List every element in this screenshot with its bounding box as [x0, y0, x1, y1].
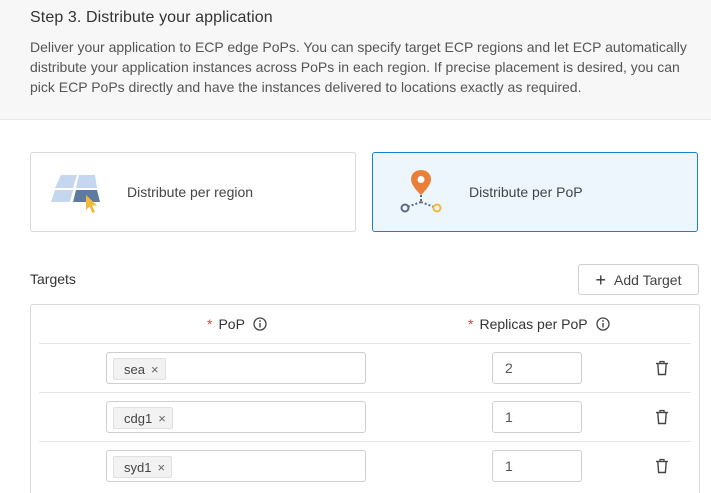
pop-select[interactable]: sea × [106, 352, 366, 384]
table-row: syd1 × [39, 441, 691, 490]
replicas-column-header: * Replicas per PoP [468, 316, 610, 332]
pop-tag-label: sea [124, 361, 145, 377]
step-header: Step 3. Distribute your application Deli… [0, 0, 711, 120]
distribute-per-pop-card[interactable]: Distribute per PoP [372, 152, 698, 232]
table-row: cdg1 × [39, 392, 691, 441]
targets-label: Targets [30, 271, 76, 287]
table-row: sea × [39, 343, 691, 392]
trash-icon[interactable] [655, 360, 669, 376]
pop-tag-label: cdg1 [124, 410, 153, 426]
pop-select[interactable]: syd1 × [106, 450, 366, 482]
required-mark: * [207, 316, 213, 332]
close-icon[interactable]: × [158, 411, 166, 426]
distribute-per-pop-label: Distribute per PoP [469, 184, 583, 200]
pop-tag-label: syd1 [124, 459, 152, 475]
pop-tag: cdg1 × [113, 407, 173, 429]
add-target-label: Add Target [614, 271, 682, 288]
add-target-button[interactable]: + Add Target [578, 264, 699, 295]
pop-column-label: PoP [218, 316, 245, 332]
required-mark: * [468, 316, 474, 332]
pop-select[interactable]: cdg1 × [106, 401, 366, 433]
distribute-per-region-card[interactable]: Distribute per region [30, 152, 356, 232]
replicas-column-label: Replicas per PoP [479, 316, 588, 332]
step-description: Deliver your application to ECP edge PoP… [30, 39, 687, 95]
close-icon[interactable]: × [157, 460, 165, 475]
pop-pin-icon [393, 164, 449, 220]
plus-icon: + [595, 269, 607, 290]
info-icon[interactable] [595, 317, 610, 331]
trash-icon[interactable] [655, 409, 669, 425]
replicas-input[interactable] [492, 401, 582, 433]
pop-column-header: * PoP [207, 316, 267, 332]
replicas-input[interactable] [492, 352, 582, 384]
info-icon[interactable] [253, 317, 267, 331]
replicas-input[interactable] [492, 450, 582, 482]
step-title: Step 3. Distribute your application [30, 9, 273, 26]
distribute-per-region-label: Distribute per region [127, 184, 254, 200]
targets-table: * PoP * Replicas per PoP sea × 2 cdg1 × … [30, 304, 700, 493]
map-region-icon [51, 164, 107, 220]
pop-tag: sea × [113, 358, 166, 380]
close-icon[interactable]: × [151, 362, 159, 377]
pop-tag: syd1 × [113, 456, 173, 478]
trash-icon[interactable] [655, 458, 669, 474]
